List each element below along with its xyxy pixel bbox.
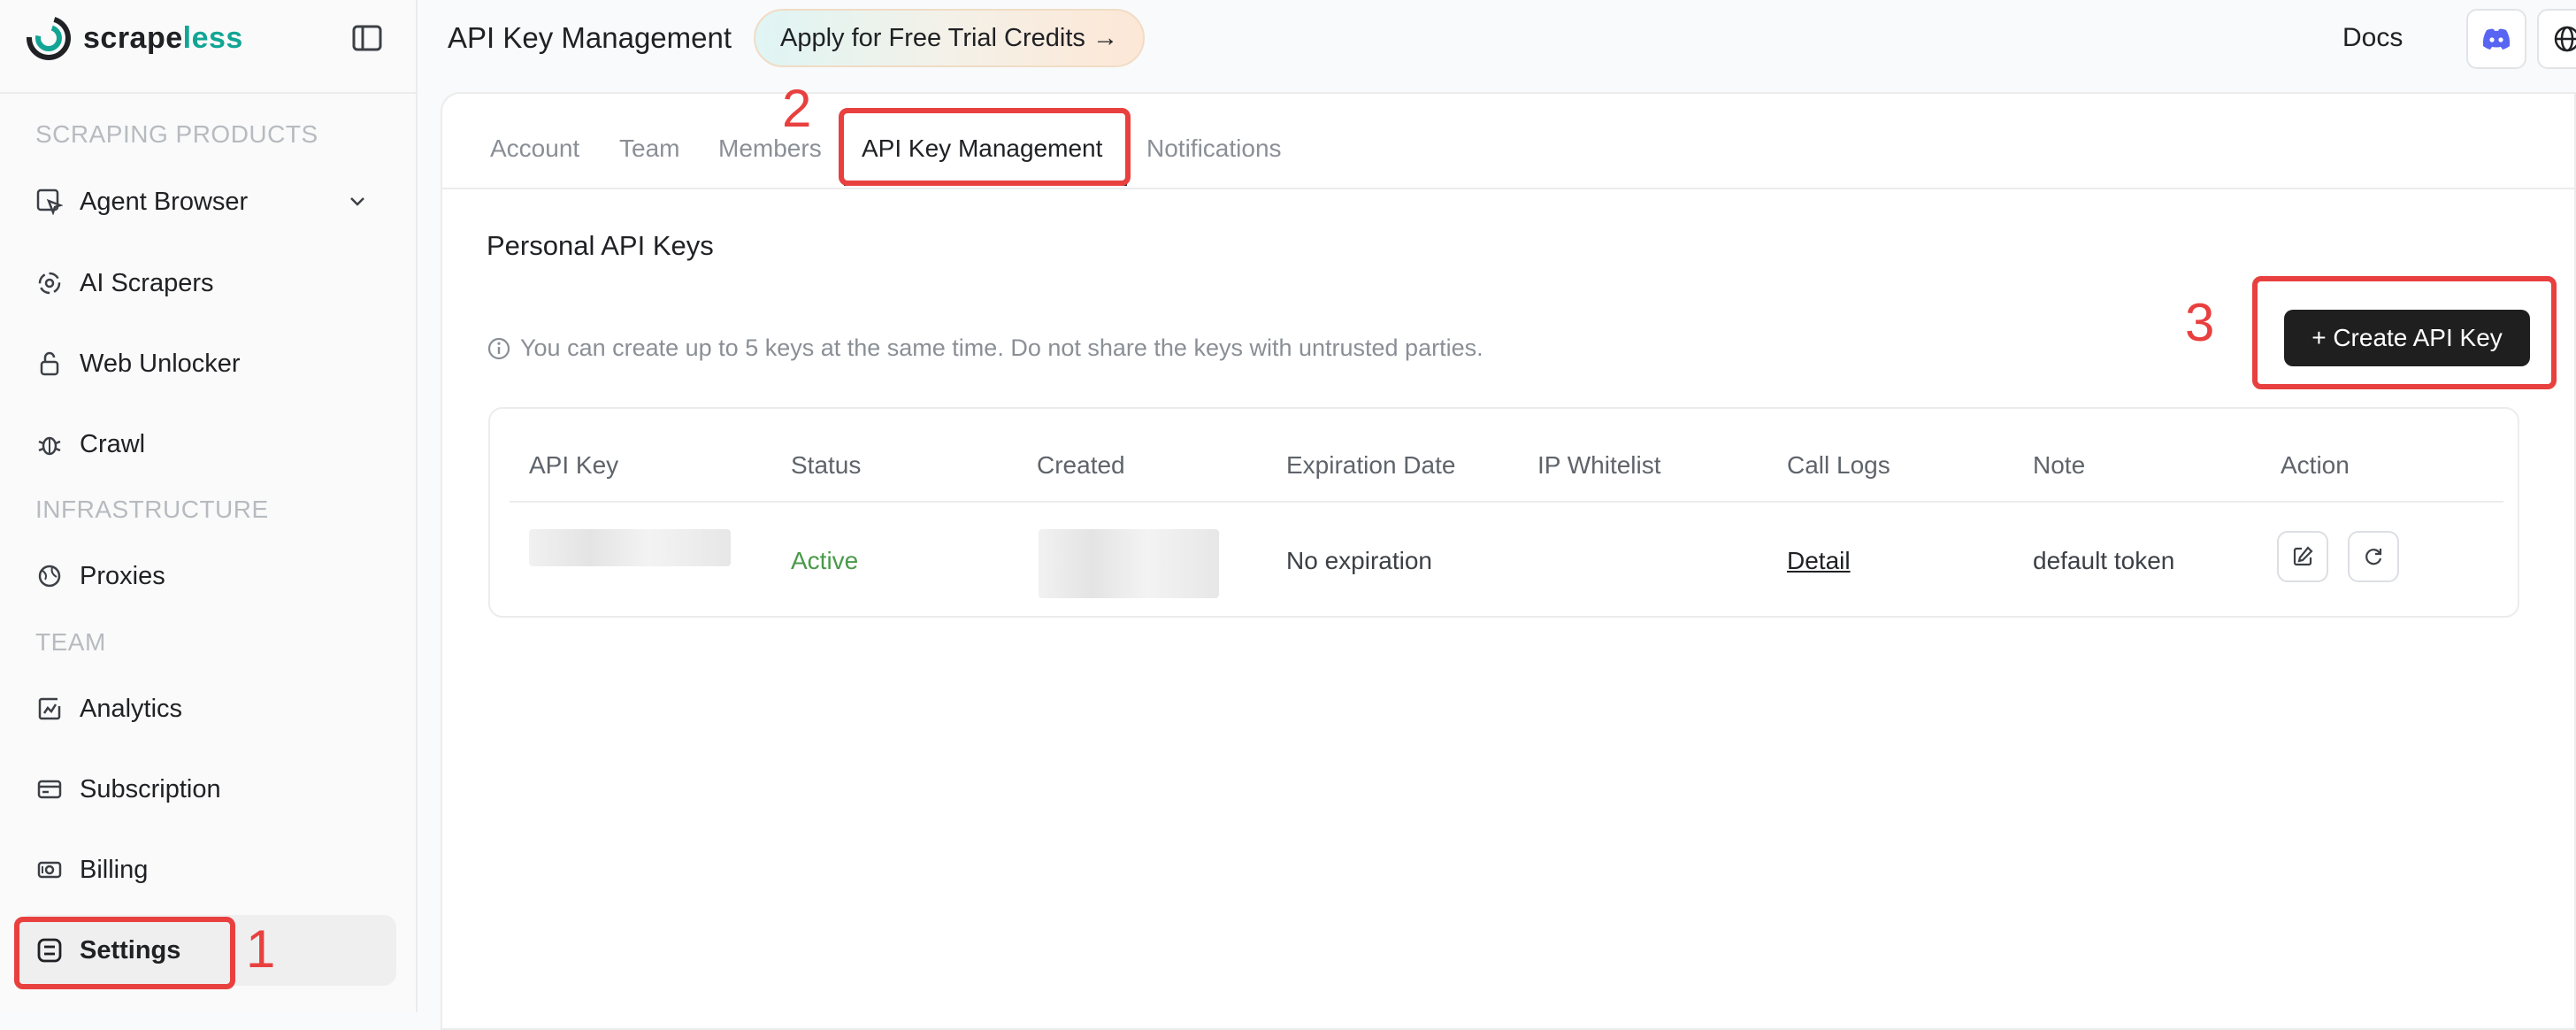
step-number-2: 2 xyxy=(782,79,812,138)
section-title: Personal API Keys xyxy=(487,230,714,261)
section-label-scraping-products: SCRAPING PRODUCTS xyxy=(35,120,318,148)
language-button[interactable] xyxy=(2537,9,2576,69)
step-number-1: 1 xyxy=(246,919,276,979)
tab-account[interactable]: Account xyxy=(490,135,579,163)
cursor-window-icon xyxy=(35,188,64,216)
sidebar-item-analytics[interactable]: Analytics xyxy=(18,673,396,744)
api-key-value-redacted xyxy=(529,529,731,566)
edit-key-button[interactable] xyxy=(2277,531,2328,582)
highlight-api-key-tab xyxy=(839,108,1131,186)
highlight-settings xyxy=(14,917,235,989)
sidebar-item-subscription[interactable]: Subscription xyxy=(18,754,396,825)
tab-notifications[interactable]: Notifications xyxy=(1146,135,1282,163)
docs-link[interactable]: Docs xyxy=(2342,23,2403,53)
chevron-down-icon[interactable] xyxy=(347,189,368,219)
refresh-icon xyxy=(2365,549,2382,565)
sidebar-item-label: Proxies xyxy=(80,561,165,590)
info-icon xyxy=(487,337,510,359)
globe-icon xyxy=(2554,26,2576,52)
settings-tabs: Account Team Members API Key Management … xyxy=(442,94,2574,189)
sidebar-divider xyxy=(0,92,418,94)
sidebar-item-crawl[interactable]: Crawl xyxy=(18,409,396,480)
table-header-divider xyxy=(510,501,2503,503)
note-text: default token xyxy=(2033,547,2175,574)
info-text: You can create up to 5 keys at the same … xyxy=(520,334,1484,361)
column-header-created: Created xyxy=(1037,451,1125,479)
sidebar: scrapeless SCRAPING PRODUCTS Agent Brows… xyxy=(0,0,418,1012)
call-logs-detail-link[interactable]: Detail xyxy=(1787,547,1851,575)
scrapeless-logo-icon xyxy=(27,16,71,60)
brand-name: scrapeless xyxy=(83,20,243,55)
brand-logo[interactable]: scrapeless xyxy=(27,16,243,60)
column-header-call-logs: Call Logs xyxy=(1787,451,1890,479)
section-label-infrastructure: INFRASTRUCTURE xyxy=(35,496,269,523)
sidebar-item-label: Agent Browser xyxy=(80,187,249,216)
unlock-icon xyxy=(35,350,64,378)
expiration-date: No expiration xyxy=(1286,547,1432,574)
sidebar-item-label: Billing xyxy=(80,855,149,884)
sidebar-item-label: Subscription xyxy=(80,774,221,803)
sidebar-item-agent-browser[interactable]: Agent Browser xyxy=(18,166,396,237)
sidebar-item-billing[interactable]: Billing xyxy=(18,834,396,905)
ai-target-icon xyxy=(35,269,64,297)
discord-icon xyxy=(2482,28,2511,50)
bug-icon xyxy=(35,430,64,458)
sidebar-item-label: Crawl xyxy=(80,429,146,458)
column-header-note: Note xyxy=(2033,451,2086,479)
apply-free-trial-button[interactable]: Apply for Free Trial Credits → xyxy=(754,9,1145,67)
sidebar-item-ai-scrapers[interactable]: AI Scrapers xyxy=(18,248,396,319)
sidebar-item-label: AI Scrapers xyxy=(80,268,214,297)
sidebar-item-label: Analytics xyxy=(80,694,183,723)
sidebar-collapse-button[interactable] xyxy=(350,23,384,55)
step-number-3: 3 xyxy=(2185,293,2215,352)
tab-team[interactable]: Team xyxy=(619,135,679,163)
card-icon xyxy=(35,775,64,803)
sidebar-item-proxies[interactable]: Proxies xyxy=(18,541,396,611)
settings-panel: Account Team Members API Key Management … xyxy=(441,92,2576,1030)
created-date-redacted xyxy=(1039,529,1219,598)
column-header-status: Status xyxy=(791,451,862,479)
column-header-ip-whitelist: IP Whitelist xyxy=(1537,451,1661,479)
sidebar-toggle-icon xyxy=(352,25,382,51)
status-badge: Active xyxy=(791,547,859,574)
top-bar: API Key Management Apply for Free Trial … xyxy=(418,0,2576,92)
column-header-api-key: API Key xyxy=(529,451,619,479)
edit-icon xyxy=(2293,546,2313,566)
section-label-team: TEAM xyxy=(35,628,106,656)
highlight-create-button xyxy=(2252,276,2557,389)
billing-icon xyxy=(35,856,64,884)
chart-icon xyxy=(35,695,64,723)
page-title: API Key Management xyxy=(448,21,732,54)
api-keys-table: API Key Status Created Expiration Date I… xyxy=(488,407,2519,618)
globe-icon xyxy=(35,562,64,590)
sidebar-item-label: Web Unlocker xyxy=(80,349,241,378)
column-header-action: Action xyxy=(2281,451,2350,479)
info-note: You can create up to 5 keys at the same … xyxy=(487,334,1484,362)
discord-button[interactable] xyxy=(2466,9,2526,69)
sidebar-item-web-unlocker[interactable]: Web Unlocker xyxy=(18,328,396,399)
regenerate-key-button[interactable] xyxy=(2348,531,2399,582)
column-header-expiration-date: Expiration Date xyxy=(1286,451,1456,479)
